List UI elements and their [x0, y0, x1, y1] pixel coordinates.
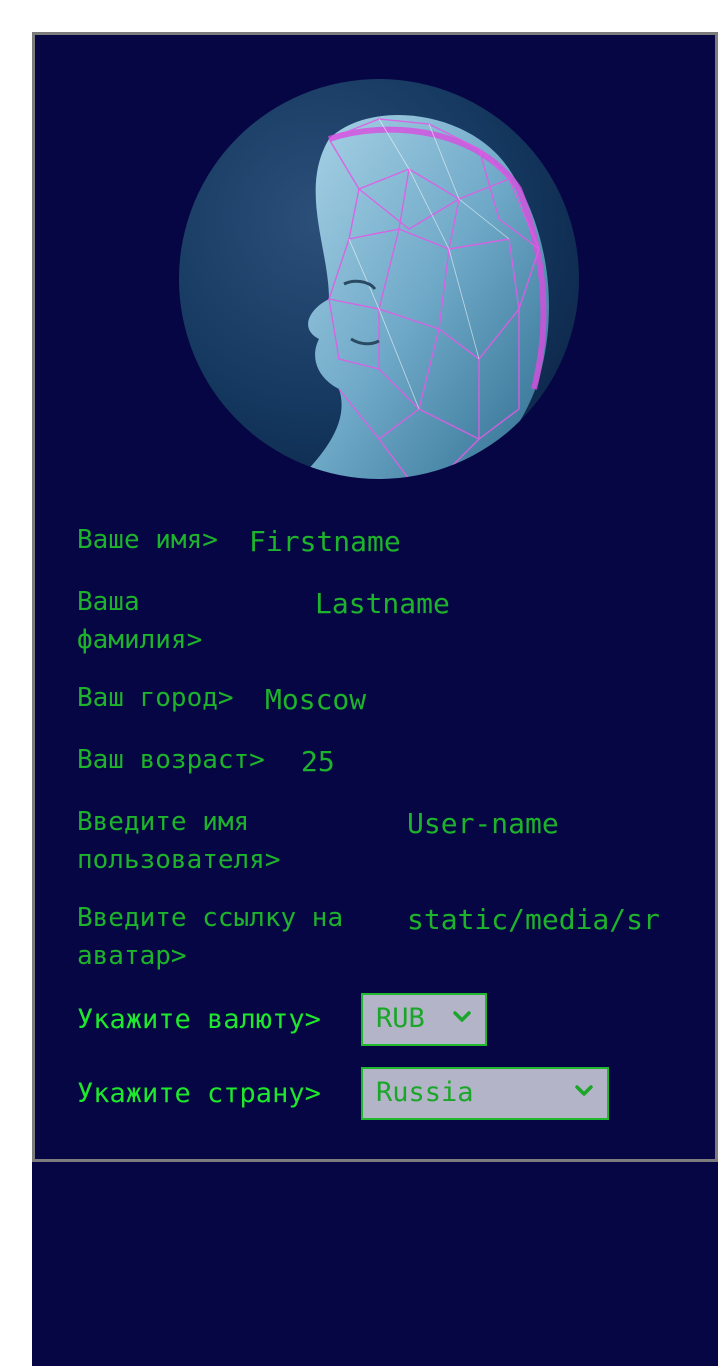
- city-field: Ваш город> Moscow: [77, 679, 677, 719]
- country-select[interactable]: Russia: [361, 1067, 609, 1120]
- firstname-field: Ваше имя> Firstname: [77, 521, 677, 561]
- firstname-input[interactable]: Firstname: [249, 523, 401, 561]
- avatar-url-field: Введите ссылку на аватар> static/media/s…: [77, 899, 677, 979]
- currency-select[interactable]: RUB: [361, 993, 487, 1046]
- username-label: Введите имя пользователя>: [77, 807, 281, 875]
- firstname-label: Ваше имя>: [77, 525, 218, 555]
- avatar-url-input[interactable]: static/media/sr: [407, 901, 672, 939]
- chevron-down-icon: [453, 995, 475, 1043]
- age-label: Ваш возраст>: [77, 745, 265, 775]
- username-field: Введите имя пользователя> User-name: [77, 803, 677, 883]
- lastname-label: Ваша фамилия>: [77, 587, 203, 655]
- lastname-field: Ваша фамилия> Lastname: [77, 583, 677, 663]
- avatar: [179, 79, 579, 479]
- country-label: Укажите страну>: [77, 1078, 321, 1109]
- username-input[interactable]: User-name: [407, 805, 559, 843]
- profile-card: Ваше имя> Firstname Ваша фамилия> Lastna…: [32, 32, 718, 1162]
- country-selected-value: Russia: [376, 1077, 474, 1108]
- chevron-down-icon: [575, 1069, 597, 1117]
- age-field: Ваш возраст> 25: [77, 741, 677, 781]
- currency-selected-value: RUB: [376, 1003, 425, 1034]
- avatar-image: [179, 79, 579, 479]
- lastname-input[interactable]: Lastname: [315, 585, 450, 623]
- age-input[interactable]: 25: [301, 743, 335, 781]
- city-input[interactable]: Moscow: [265, 681, 366, 719]
- avatar-url-label: Введите ссылку на аватар>: [77, 903, 344, 971]
- city-label: Ваш город>: [77, 683, 234, 713]
- currency-label: Укажите валюту>: [77, 1004, 321, 1035]
